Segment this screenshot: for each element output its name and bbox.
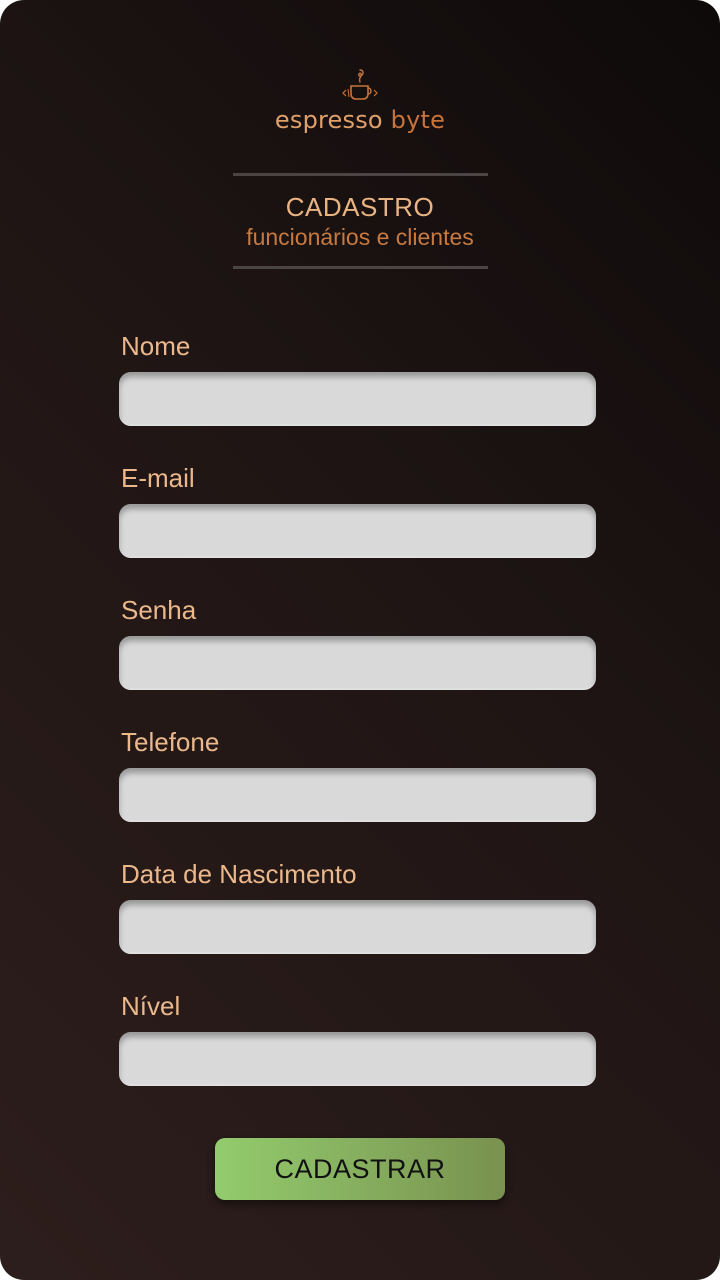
name-label: Nome [121, 331, 191, 361]
email-input[interactable] [119, 504, 596, 558]
email-label: E-mail [121, 463, 195, 493]
birthdate-input[interactable] [119, 900, 596, 954]
header-divider-top [233, 173, 488, 176]
page-title: CADASTRO [285, 192, 435, 222]
phone-label: Telefone [121, 727, 220, 757]
password-label: Senha [121, 595, 197, 625]
page-subtitle: funcionários e clientes [246, 224, 474, 250]
password-input[interactable] [119, 636, 596, 690]
brand-word-1: espresso [274, 106, 383, 134]
brand-name: espresso byte [0, 106, 720, 134]
brand-word-2: byte [390, 106, 446, 134]
coffee-cup-icon [342, 69, 378, 100]
level-input[interactable] [119, 1032, 596, 1086]
register-button[interactable]: CADASTRAR [215, 1138, 505, 1200]
phone-input[interactable] [119, 768, 596, 822]
level-label: Nível [121, 991, 181, 1021]
page-header: CADASTRO funcionários e clientes [0, 192, 720, 251]
birthdate-label: Data de Nascimento [121, 859, 357, 889]
signup-screen: espresso byte CADASTRO funcionários e cl… [0, 0, 720, 1280]
name-input[interactable] [119, 372, 596, 426]
brand-logo: espresso byte [0, 66, 720, 134]
header-divider-bottom [233, 266, 488, 269]
